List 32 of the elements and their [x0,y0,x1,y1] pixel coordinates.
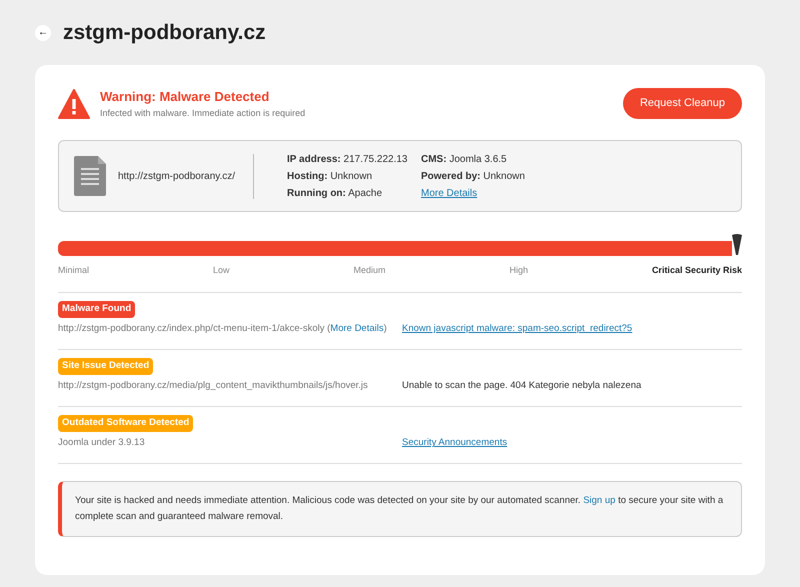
finding-badge: Outdated Software Detected [58,415,194,432]
site-url: http://zstgm-podborany.cz/ [118,170,236,184]
info-field: CMS: Joomla 3.6.5 [421,150,525,168]
more-details-link[interactable]: More Details [330,323,384,334]
finding-path: http://zstgm-podborany.cz/media/plg_content_mavikthumbnails/js/hover.js [58,379,369,394]
finding-detail-link[interactable]: Known javascript malware: spam-seo.script_redirect?5 [402,322,632,336]
risk-level-label: Low [212,264,230,277]
alert-title: Warning: Malware Detected [100,88,270,106]
risk-level-label: High [509,264,528,277]
warning-icon [58,88,90,118]
back-button[interactable]: ← [35,24,51,40]
info-field: IP address: 217.75.222.13 [287,150,421,168]
finding-detail: Unable to scan the page. 404 Kategorie nebyla nalezena [402,379,642,394]
finding-path: Joomla under 3.9.13 [58,436,146,450]
request-cleanup-button[interactable]: Request Cleanup [622,88,742,119]
alert-subtitle: Infected with malware. Immediate action is required [100,106,306,120]
risk-level-label: Minimal [58,264,90,277]
finding-badge: Site Issue Detected [58,358,154,374]
sign-up-link[interactable]: Sign up [583,494,616,506]
notice-text: Your site is hacked and needs immediate attention. Malicious code was detected on your site by our automated scanner. Sign up to secure your site with a complete scan and guaranteed malware removal. [75,494,724,524]
info-field: Powered by: Unknown [421,168,525,184]
risk-level-label: Medium [353,264,386,277]
page-title: zstgm-podborany.cz [63,20,266,46]
info-field: Hosting: Unknown [287,168,421,184]
risk-level-label: Critical Security Risk [652,264,742,277]
finding-detail-link[interactable]: Security Announcements [402,436,508,450]
pointer-icon [732,234,742,256]
more-details-link[interactable]: More Details [421,184,525,202]
finding-badge: Malware Found [58,301,136,318]
finding-path: http://zstgm-podborany.cz/index.php/ct-menu-item-1/akce-skoly (More Details) [58,322,388,336]
document-icon [74,156,106,196]
info-field: Running on: Apache [287,184,421,202]
